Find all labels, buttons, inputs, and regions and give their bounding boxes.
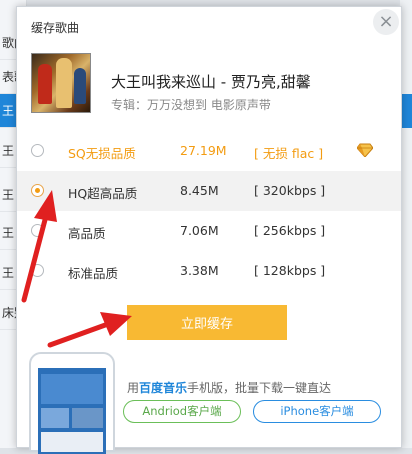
quality-size: 27.19M bbox=[180, 143, 227, 158]
quality-size: 7.06M bbox=[180, 223, 219, 238]
promo-suffix: 手机版，批量下载一键直达 bbox=[187, 381, 332, 395]
quality-format: [ 320kbps ] bbox=[254, 183, 326, 198]
radio-button[interactable] bbox=[31, 224, 44, 237]
quality-option-sq[interactable]: SQ无损品质 27.19M [ 无损 flac ] bbox=[17, 131, 401, 171]
album-cover-image bbox=[31, 53, 91, 113]
quality-option-hq[interactable]: HQ超高品质 8.45M [ 320kbps ] bbox=[17, 171, 401, 211]
radio-button-selected[interactable] bbox=[31, 184, 44, 197]
cache-song-dialog: 缓存歌曲 × 大王叫我来巡山 - 贾乃亮,甜馨 专辑：万万没想到 电影原声带 S… bbox=[16, 6, 402, 454]
vip-diamond-icon bbox=[357, 143, 373, 157]
promo-prefix: 用 bbox=[127, 381, 140, 395]
quality-size: 3.38M bbox=[180, 263, 219, 278]
quality-name: HQ超高品质 bbox=[68, 186, 138, 201]
quality-format: [ 无损 flac ] bbox=[254, 146, 324, 161]
quality-name: 高品质 bbox=[68, 226, 106, 241]
quality-size: 8.45M bbox=[180, 183, 219, 198]
cache-now-button[interactable]: 立即缓存 bbox=[127, 305, 287, 340]
iphone-client-button[interactable]: iPhone客户端 bbox=[253, 400, 381, 423]
song-album: 专辑：万万没想到 电影原声带 bbox=[111, 98, 271, 112]
android-client-button[interactable]: Andriod客户端 bbox=[123, 400, 241, 423]
quality-option-high[interactable]: 高品质 7.06M [ 256kbps ] bbox=[17, 211, 401, 251]
phone-illustration bbox=[29, 352, 115, 454]
mobile-promo-text: 用百度音乐手机版，批量下载一键直达 bbox=[127, 379, 331, 396]
quality-option-standard[interactable]: 标准品质 3.38M [ 128kbps ] bbox=[17, 251, 401, 291]
song-title: 大王叫我来巡山 - 贾乃亮,甜馨 bbox=[111, 73, 311, 91]
quality-format: [ 128kbps ] bbox=[254, 263, 326, 278]
phone-screen bbox=[38, 368, 106, 454]
quality-name: SQ无损品质 bbox=[68, 146, 136, 161]
quality-name: 标准品质 bbox=[68, 266, 119, 281]
promo-brand: 百度音乐 bbox=[139, 381, 188, 395]
dialog-title: 缓存歌曲 bbox=[31, 21, 80, 35]
radio-button[interactable] bbox=[31, 264, 44, 277]
radio-button[interactable] bbox=[31, 144, 44, 157]
close-icon[interactable]: × bbox=[373, 9, 399, 35]
quality-format: [ 256kbps ] bbox=[254, 223, 326, 238]
